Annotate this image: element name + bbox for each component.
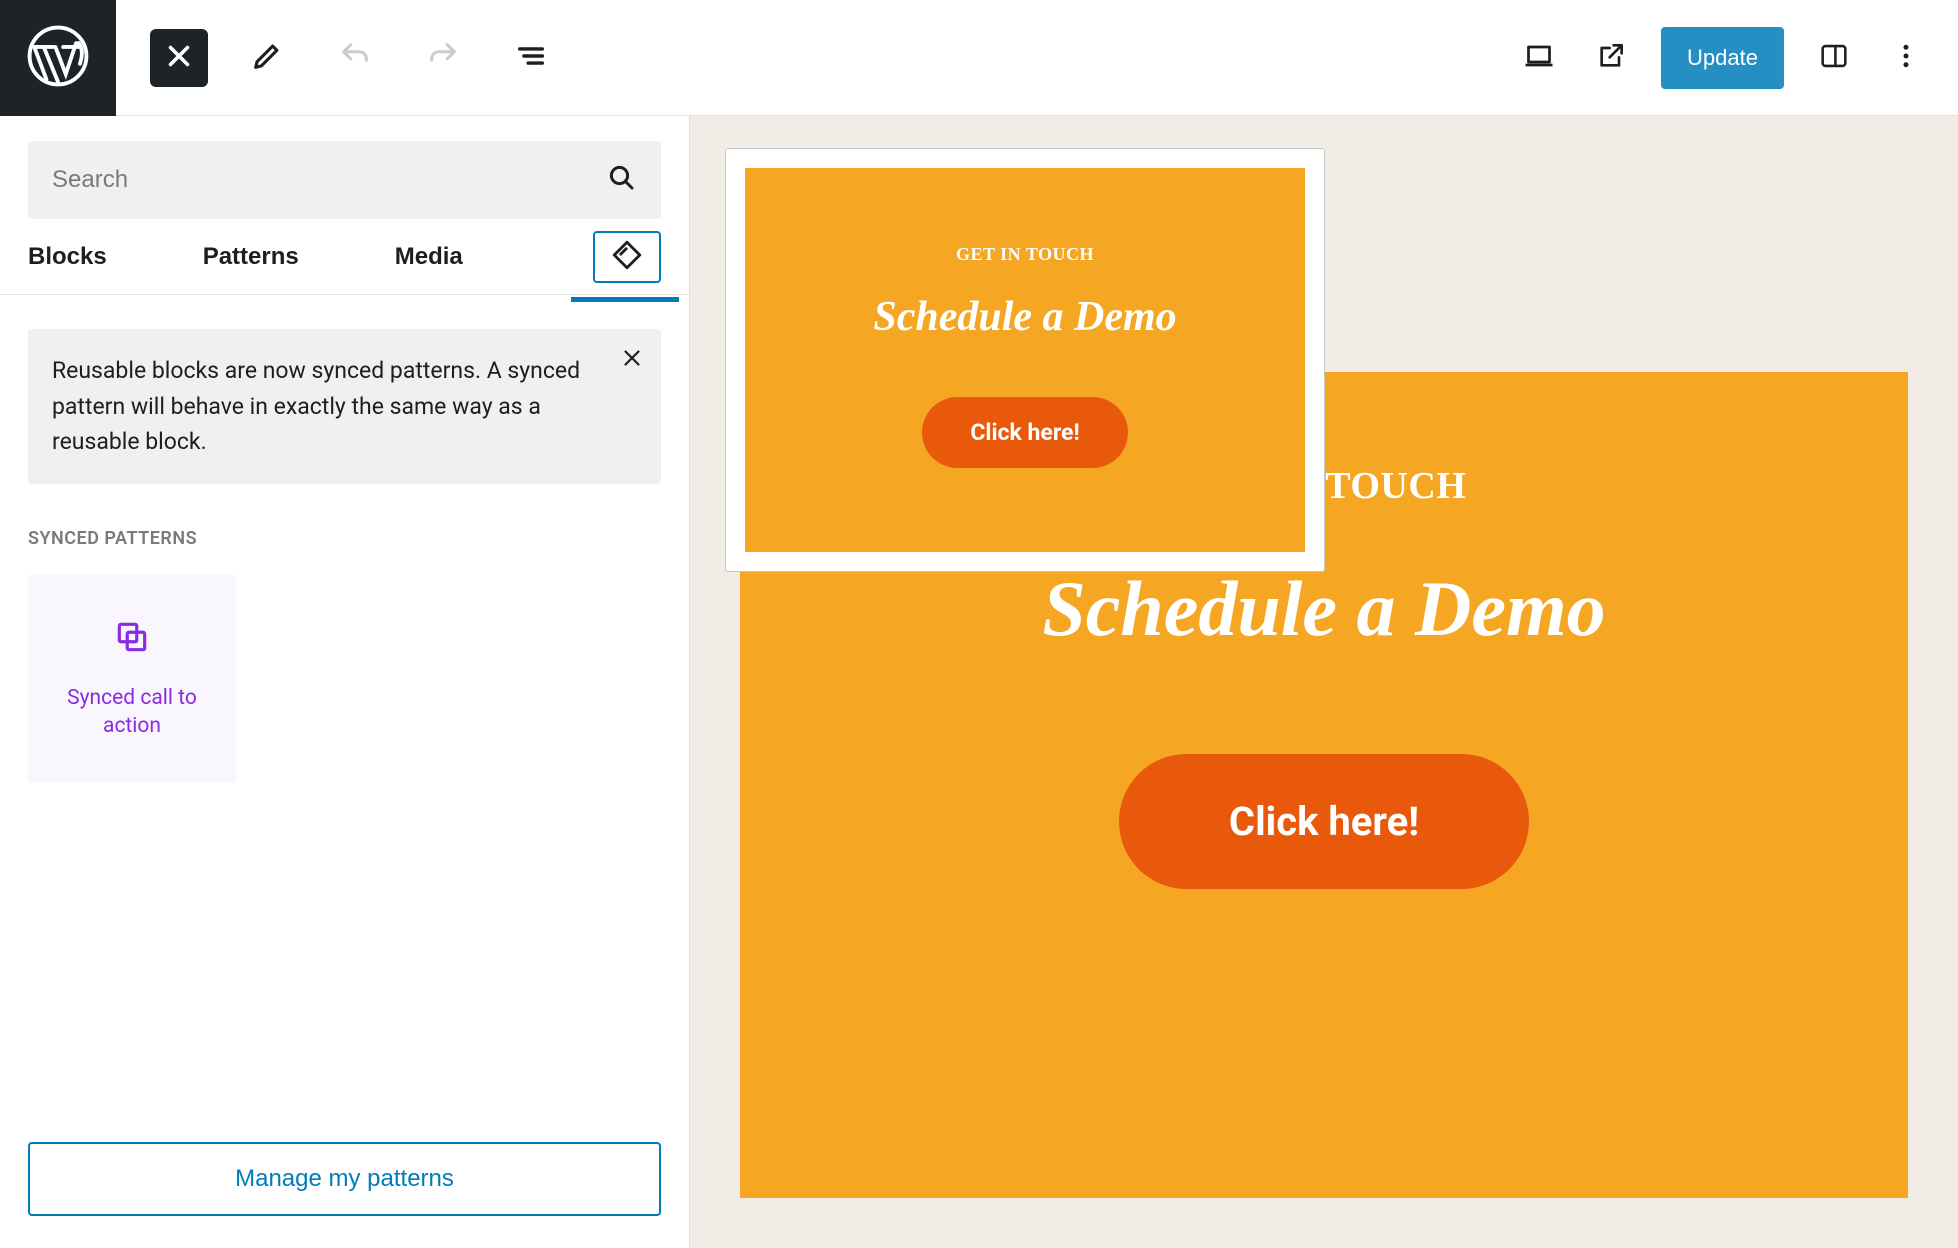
close-inserter-button[interactable] [150,29,208,87]
editor-canvas[interactable]: GET IN TOUCH Schedule a Demo Click here!… [690,116,1958,1248]
editor-body: Blocks Patterns Media Reusable blocks ar… [0,116,1958,1248]
active-tab-indicator [571,297,679,302]
notice-dismiss-button[interactable] [619,345,645,374]
redo-button[interactable] [414,29,472,87]
edit-tool-button[interactable] [238,29,296,87]
pencil-icon [250,39,284,76]
view-button[interactable] [1517,36,1561,80]
toolbar-left-group [116,0,560,115]
document-overview-button[interactable] [502,29,560,87]
tab-blocks[interactable]: Blocks [28,229,107,285]
external-link-icon [1595,40,1627,75]
close-icon [619,359,645,374]
pattern-tile-synced-cta[interactable]: Synced call to action [28,575,236,783]
list-view-icon [514,39,548,76]
wordpress-logo-icon [27,25,89,91]
tab-media[interactable]: Media [395,229,463,285]
cta-block-preview: GET IN TOUCH Schedule a Demo Click here! [745,168,1305,552]
tab-patterns[interactable]: Patterns [203,229,299,285]
cta-button[interactable]: Click here! [1119,754,1529,889]
undo-icon [338,39,372,76]
laptop-icon [1521,38,1557,77]
redo-icon [426,39,460,76]
manage-patterns-button[interactable]: Manage my patterns [28,1142,661,1216]
cta-heading: Schedule a Demo [775,293,1275,341]
search-wrap [28,141,661,219]
tab-synced-patterns[interactable] [593,231,661,283]
cta-eyebrow: GET IN TOUCH [775,244,1275,265]
update-button[interactable]: Update [1661,27,1784,89]
open-external-button[interactable] [1589,36,1633,80]
editor-topbar: Update [0,0,1958,116]
pattern-tile-label: Synced call to action [28,684,236,741]
inserter-sidebar: Blocks Patterns Media Reusable blocks ar… [0,116,690,1248]
kebab-icon [1891,41,1921,74]
cta-button: Click here! [922,397,1127,468]
undo-button[interactable] [326,29,384,87]
sidebar-panel-icon [1817,39,1851,76]
synced-patterns-heading: SYNCED PATTERNS [28,528,661,549]
search-input[interactable] [28,141,661,219]
notice-text: Reusable blocks are now synced patterns.… [52,357,580,455]
search-icon [607,163,637,197]
wordpress-logo-button[interactable] [0,0,116,116]
options-menu-button[interactable] [1884,36,1928,80]
synced-patterns-notice: Reusable blocks are now synced patterns.… [28,329,661,484]
close-icon [162,39,196,76]
toolbar-right-group: Update [1517,0,1958,115]
cta-heading[interactable]: Schedule a Demo [780,564,1868,654]
inserter-tabs: Blocks Patterns Media [0,219,689,295]
synced-patterns-icon [610,238,644,275]
synced-block-icon [113,618,151,684]
settings-panel-toggle[interactable] [1812,36,1856,80]
pattern-preview-popover: GET IN TOUCH Schedule a Demo Click here! [725,148,1325,572]
